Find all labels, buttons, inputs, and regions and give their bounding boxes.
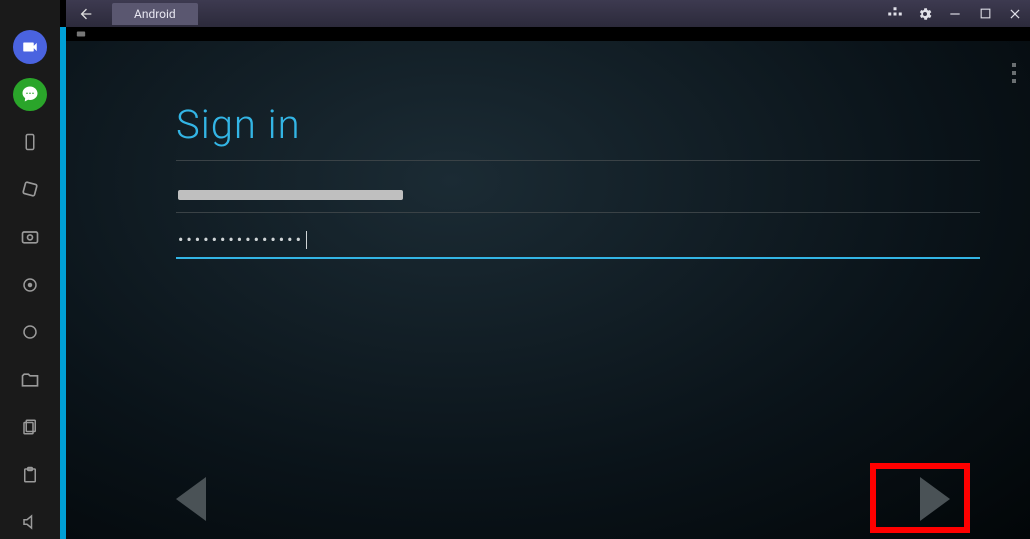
text-cursor — [306, 231, 307, 249]
triangle-right-icon — [920, 477, 950, 521]
maximize-button[interactable] — [970, 0, 1000, 27]
nav-next-button[interactable] — [920, 477, 950, 521]
accent-bar — [60, 27, 66, 539]
notification-icon — [74, 29, 88, 39]
close-button[interactable] — [1000, 0, 1030, 27]
nav-back-button[interactable] — [176, 477, 206, 521]
camera-icon[interactable] — [13, 30, 47, 64]
signin-form: Sign in ••••••••••••••• — [176, 101, 980, 259]
overflow-menu-icon[interactable] — [1012, 63, 1016, 83]
triangle-left-icon — [176, 477, 206, 521]
back-button[interactable] — [66, 0, 106, 27]
password-mask: ••••••••••••••• — [178, 232, 304, 248]
copy-icon[interactable] — [13, 410, 47, 444]
phone-icon[interactable] — [13, 125, 47, 159]
apps-icon[interactable] — [880, 0, 910, 27]
folder-icon[interactable] — [13, 363, 47, 397]
email-field[interactable] — [176, 179, 980, 213]
signin-title: Sign in — [176, 101, 980, 161]
apk-icon[interactable] — [13, 315, 47, 349]
location-icon[interactable] — [13, 268, 47, 302]
window-titlebar: Android — [66, 0, 1030, 27]
tab-label: Android — [134, 7, 176, 21]
rotate-icon[interactable] — [13, 173, 47, 207]
password-field[interactable]: ••••••••••••••• — [176, 225, 980, 259]
screenshot-icon[interactable] — [13, 220, 47, 254]
chat-icon[interactable] — [13, 78, 47, 112]
email-redacted-value — [178, 190, 403, 200]
minimize-button[interactable] — [940, 0, 970, 27]
emulator-screen: Sign in ••••••••••••••• — [66, 27, 1030, 539]
gear-icon[interactable] — [910, 0, 940, 27]
tab-android[interactable]: Android — [112, 3, 198, 25]
paste-icon[interactable] — [13, 458, 47, 492]
emulator-side-rail — [0, 0, 60, 539]
volume-icon[interactable] — [13, 505, 47, 539]
android-status-bar[interactable] — [66, 27, 1030, 41]
